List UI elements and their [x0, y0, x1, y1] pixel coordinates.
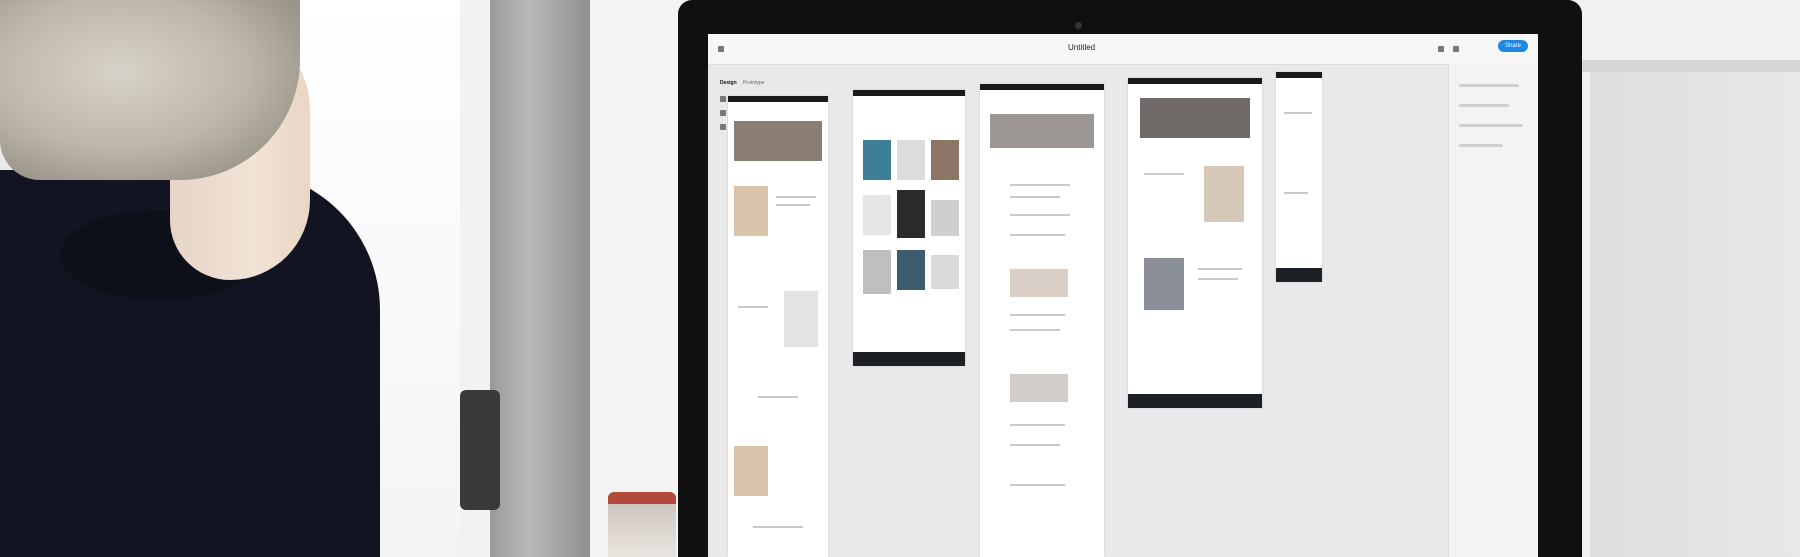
- text-line: [776, 204, 810, 206]
- team-photo: [1144, 258, 1184, 310]
- tab-prototype[interactable]: Prototype: [743, 80, 764, 86]
- text-line: [1010, 424, 1065, 426]
- properties-panel: [1448, 64, 1538, 557]
- jar: [608, 492, 676, 557]
- artboard-header: [980, 84, 1104, 90]
- artboard-header: [1128, 78, 1262, 84]
- artboard-footer: [853, 352, 965, 366]
- hero-image: [990, 114, 1094, 148]
- text-line: [1284, 192, 1308, 194]
- product-thumb: [931, 140, 959, 180]
- product-thumb: [897, 190, 925, 238]
- text-line: [1010, 234, 1065, 236]
- thumbnail: [1010, 269, 1068, 297]
- share-button[interactable]: Share: [1498, 40, 1528, 52]
- play-icon[interactable]: [1438, 46, 1444, 52]
- camera-icon: [1075, 22, 1082, 29]
- artboard-product[interactable]: [980, 84, 1104, 557]
- text-line: [1010, 314, 1065, 316]
- product-thumb: [897, 140, 925, 180]
- artboard-about[interactable]: [1128, 78, 1262, 408]
- product-thumb: [931, 255, 959, 289]
- artboard-shop[interactable]: [853, 90, 965, 366]
- text-line: [1010, 329, 1060, 331]
- product-thumb: [931, 200, 959, 236]
- panel-row[interactable]: [1459, 84, 1519, 87]
- shelf: [1582, 60, 1800, 72]
- text-line: [1010, 214, 1070, 216]
- panel-row[interactable]: [1459, 144, 1503, 147]
- rectangle-tool-icon[interactable]: [720, 110, 726, 116]
- text-line: [1284, 112, 1312, 114]
- document-title[interactable]: Untitled: [1068, 43, 1095, 52]
- panel-row[interactable]: [1459, 124, 1523, 127]
- artboard-header: [1276, 72, 1322, 78]
- text-line: [1144, 173, 1184, 175]
- artboard-home[interactable]: [728, 96, 828, 557]
- product-thumb: [863, 195, 891, 235]
- tab-design[interactable]: Design: [720, 80, 737, 86]
- panel-row[interactable]: [1459, 104, 1509, 107]
- hero-image: [734, 121, 822, 161]
- text-line: [1198, 278, 1238, 280]
- text-line: [1010, 444, 1060, 446]
- user-icon[interactable]: [1453, 46, 1459, 52]
- text-tool-icon[interactable]: [720, 124, 726, 130]
- monitor-screen: Untitled Share Design Prototype: [708, 34, 1538, 557]
- concrete-pillar: [490, 0, 590, 557]
- text-line: [1010, 196, 1060, 198]
- chair-back: [460, 390, 500, 510]
- artboard-footer: [1128, 394, 1262, 408]
- text-line: [776, 196, 816, 198]
- artboard-footer: [1276, 268, 1322, 282]
- artboard-header: [728, 96, 828, 102]
- text-line: [758, 396, 798, 398]
- product-thumb: [863, 250, 891, 294]
- text-line: [1198, 268, 1242, 270]
- thumbnail: [784, 291, 818, 347]
- thumbnail: [734, 186, 768, 236]
- thumbnail: [1204, 166, 1244, 222]
- text-line: [753, 526, 803, 528]
- thumbnail: [734, 446, 768, 496]
- hero-image: [1140, 98, 1250, 138]
- product-thumb: [897, 250, 925, 290]
- select-tool-icon[interactable]: [720, 96, 726, 102]
- text-line: [738, 306, 768, 308]
- app-toolbar: Untitled Share: [708, 34, 1538, 65]
- wall-panel: [1590, 70, 1800, 557]
- thumbnail: [1010, 374, 1068, 402]
- product-thumb: [863, 140, 891, 180]
- person-hair: [0, 0, 300, 180]
- text-line: [1010, 484, 1065, 486]
- text-line: [1010, 184, 1070, 186]
- artboard-contact[interactable]: [1276, 72, 1322, 282]
- menu-icon[interactable]: [718, 46, 724, 52]
- artboard-header: [853, 90, 965, 96]
